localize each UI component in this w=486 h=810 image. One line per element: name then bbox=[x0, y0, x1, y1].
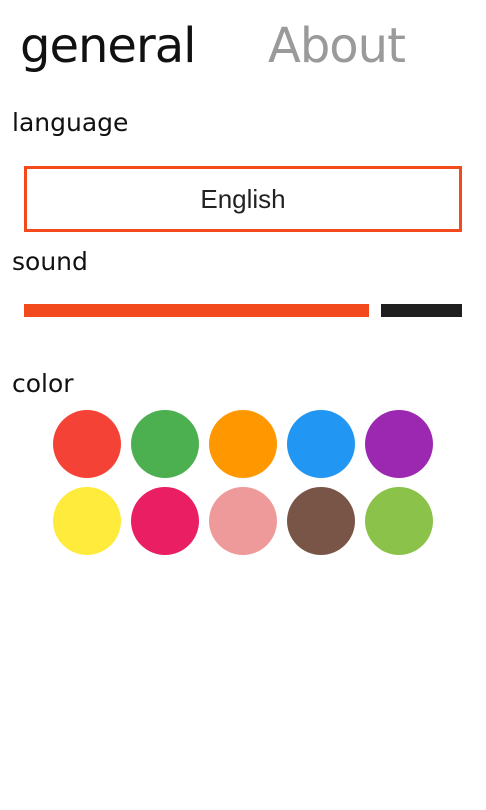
language-select[interactable]: English bbox=[24, 166, 462, 232]
color-swatch[interactable] bbox=[53, 410, 121, 478]
sound-slider[interactable] bbox=[24, 301, 462, 320]
color-swatch[interactable] bbox=[365, 410, 433, 478]
sound-slider-thumb[interactable] bbox=[369, 301, 381, 320]
color-swatch[interactable] bbox=[287, 410, 355, 478]
language-label: language bbox=[12, 108, 129, 137]
color-swatch[interactable] bbox=[53, 487, 121, 555]
tab-about[interactable]: About bbox=[268, 14, 406, 78]
color-label: color bbox=[12, 369, 74, 398]
color-swatch[interactable] bbox=[131, 487, 199, 555]
color-swatch[interactable] bbox=[209, 410, 277, 478]
color-swatch[interactable] bbox=[365, 487, 433, 555]
language-selected-value: English bbox=[200, 183, 286, 214]
color-swatch[interactable] bbox=[209, 487, 277, 555]
pivot-header: general About bbox=[0, 14, 486, 84]
color-swatch[interactable] bbox=[131, 410, 199, 478]
sound-label: sound bbox=[12, 247, 88, 276]
sound-slider-track bbox=[381, 304, 462, 317]
sound-slider-fill bbox=[24, 304, 369, 317]
color-swatch[interactable] bbox=[287, 487, 355, 555]
tab-general[interactable]: general bbox=[20, 14, 196, 78]
